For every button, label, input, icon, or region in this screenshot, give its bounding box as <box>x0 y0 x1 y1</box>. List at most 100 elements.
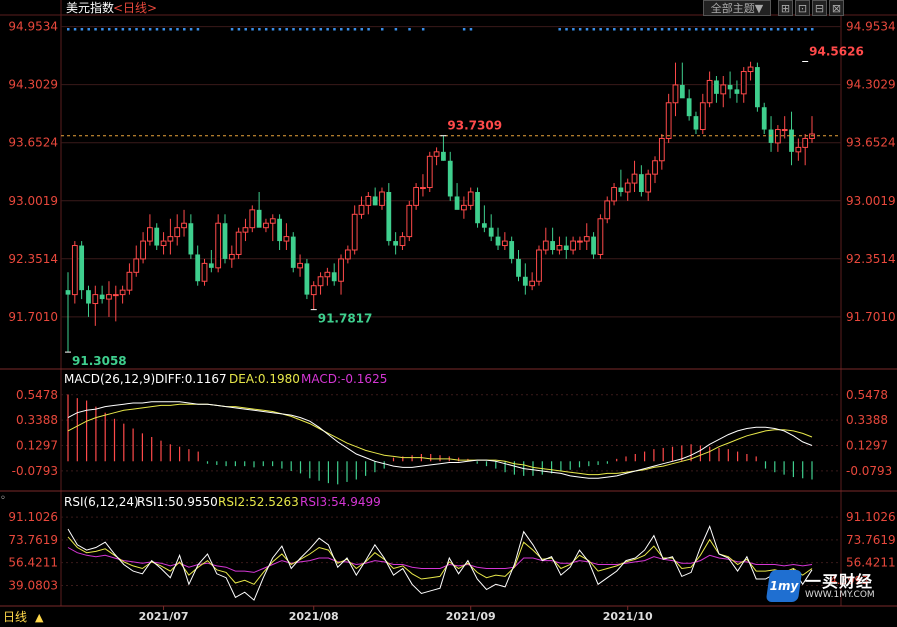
date-tick-label: 2021/10 <box>603 610 653 623</box>
rsi-tick-left: 73.7619 <box>8 533 58 547</box>
panel-marker-icon: ◦ <box>0 493 6 504</box>
rsi-tick-left: 56.4211 <box>8 556 58 570</box>
price-tick-right: 93.6524 <box>846 136 896 150</box>
candle-body-down <box>188 223 194 255</box>
price-tick-left: 91.7010 <box>8 310 58 324</box>
signal-dot <box>688 28 691 31</box>
signal-dot <box>101 28 104 31</box>
candle-body-up <box>167 236 174 242</box>
signal-dot <box>674 28 677 31</box>
rsi2-label: RSI2:52.5263 <box>218 495 299 509</box>
candle-body-down <box>714 80 719 94</box>
all-themes-button[interactable]: 全部主题▼ <box>703 0 771 16</box>
candle-body-down <box>563 245 569 250</box>
signal-dot <box>797 28 800 31</box>
extreme-label: 94.5626 <box>809 44 864 58</box>
candle-body-up <box>461 204 467 211</box>
signal-dot <box>353 28 357 31</box>
period-selector-label[interactable]: 日线 <box>3 610 27 624</box>
signal-dot <box>770 28 773 31</box>
extreme-label: 91.7817 <box>318 312 373 326</box>
signal-dot <box>230 28 234 31</box>
candle-body-down <box>686 98 692 117</box>
candle-body-up <box>426 155 433 189</box>
candle-body-up <box>174 227 181 238</box>
candle-body-up <box>467 191 474 206</box>
candle-body-up <box>126 271 133 291</box>
signal-dot <box>114 28 118 31</box>
candle-body-up <box>631 173 638 184</box>
candle-body-down <box>277 218 282 242</box>
signal-dot <box>708 28 712 31</box>
signal-dot <box>783 28 787 31</box>
period-link[interactable]: <日线> <box>113 1 157 15</box>
signal-dot <box>155 28 159 31</box>
signal-dot <box>722 28 725 31</box>
candle-body-up <box>597 218 604 255</box>
candle-body-up <box>706 79 713 104</box>
signal-dot <box>169 28 172 31</box>
signal-dot <box>558 28 561 31</box>
signal-dot <box>135 28 138 31</box>
signal-dot <box>421 28 425 31</box>
window-minimize-icon[interactable]: ⊟ <box>812 0 827 16</box>
signal-dot <box>626 28 630 31</box>
candle-body-up <box>344 249 351 260</box>
layout-grid-icon[interactable]: ⊞ <box>778 0 793 16</box>
window-close-icon[interactable]: ⊠ <box>829 0 844 16</box>
candle-body-down <box>509 241 515 259</box>
signal-dot <box>189 28 193 31</box>
price-tick-left: 94.9534 <box>8 20 58 34</box>
signal-dot <box>811 28 814 31</box>
candle-body-down <box>488 227 494 237</box>
window-restore-icon[interactable]: ⊡ <box>795 0 810 16</box>
candle-body-down <box>693 116 699 130</box>
signal-dot <box>73 28 77 31</box>
candle-body-up <box>413 187 419 206</box>
candle-body-up <box>365 195 372 206</box>
price-tick-right: 92.3514 <box>846 252 896 266</box>
candle-body-down <box>591 236 596 255</box>
signal-dot <box>701 28 705 31</box>
candle-body-down <box>154 227 160 246</box>
candle-body-up <box>215 222 222 269</box>
rsi3-line <box>67 547 813 573</box>
date-tick-label: 2021/08 <box>289 610 339 623</box>
signal-dot <box>299 28 302 31</box>
macd-value-label: MACD:-0.1625 <box>301 372 387 386</box>
candle-body-down <box>481 223 487 228</box>
candlestick-series <box>65 61 815 352</box>
candle-body-down <box>386 192 392 242</box>
period-selector-arrow-icon[interactable]: ▲ <box>35 611 44 624</box>
signal-dots-row <box>67 28 814 31</box>
candle-body-up <box>297 262 303 269</box>
candle-body-down <box>86 290 91 304</box>
signal-dot <box>469 28 473 31</box>
candle-body-up <box>324 271 331 278</box>
macd-tick-left: -0.0793 <box>12 464 58 478</box>
signal-dot <box>394 28 398 31</box>
candle-body-up <box>147 227 153 242</box>
price-tick-left: 93.0019 <box>8 194 58 208</box>
macd-panel: 0.5478 0.5478 0.3388 0.3388 0.1297 0.1297 -0.0… <box>12 388 892 485</box>
signal-dot <box>613 28 616 31</box>
candle-body-up <box>611 187 617 202</box>
candle-body-up <box>433 151 440 157</box>
panel-frames <box>0 0 897 607</box>
candle-body-up <box>699 102 706 131</box>
rsi-tick-right: 73.7619 <box>846 533 896 547</box>
signal-dot <box>80 28 84 31</box>
candle-body-up <box>249 209 256 229</box>
candle-body-down <box>618 187 624 192</box>
candle-body-up <box>720 84 727 95</box>
candle-body-down <box>522 276 528 286</box>
candle-body-up <box>420 187 426 190</box>
macd-params-label: MACD(26,12,9) <box>64 372 155 386</box>
signal-dot <box>176 28 179 31</box>
candle-body-up <box>652 160 658 175</box>
candle-body-down <box>789 129 794 152</box>
candle-body-up <box>795 146 802 153</box>
candle-body-up <box>71 245 78 296</box>
candle-body-down <box>222 223 228 259</box>
candle-body-down <box>550 241 556 250</box>
